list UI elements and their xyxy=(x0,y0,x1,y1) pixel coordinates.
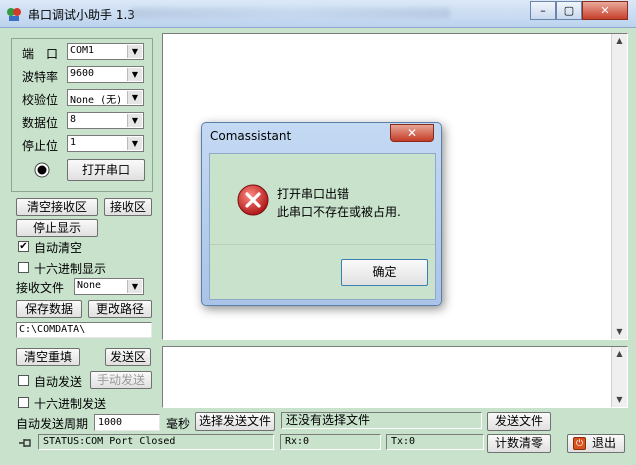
dialog-title: Comassistant xyxy=(210,129,292,143)
databits-select[interactable]: 8 ▼ xyxy=(67,112,144,129)
auto-clear-label: 自动清空 xyxy=(34,241,83,255)
hex-display-label: 十六进制显示 xyxy=(34,262,107,276)
port-select[interactable]: COM1 ▼ xyxy=(67,43,144,60)
open-port-button[interactable]: 打开串口 xyxy=(67,159,145,181)
stopbits-select[interactable]: 1 ▼ xyxy=(67,135,144,152)
scroll-down-icon[interactable]: ▼ xyxy=(612,393,627,407)
clear-receive-button[interactable]: 清空接收区 xyxy=(16,198,98,216)
scroll-up-icon[interactable]: ▲ xyxy=(612,34,627,48)
chevron-down-icon: ▼ xyxy=(127,137,142,150)
select-send-file-button[interactable]: 选择发送文件 xyxy=(195,412,275,431)
power-icon: ⏻ xyxy=(573,437,586,450)
scroll-up-icon[interactable]: ▲ xyxy=(612,347,627,361)
clear-send-button[interactable]: 清空重填 xyxy=(16,348,80,366)
port-label: 端 口 xyxy=(22,47,59,61)
title-bar: 串口调试小助手 1.3 – ▢ ✕ xyxy=(0,0,636,28)
pin-icon[interactable] xyxy=(17,436,33,450)
baud-label: 波特率 xyxy=(22,70,59,84)
receive-area-button[interactable]: 接收区 xyxy=(104,198,152,216)
title-blur xyxy=(130,8,450,18)
auto-clear-checkbox[interactable]: ✔ xyxy=(18,241,29,252)
app-icon xyxy=(7,8,21,21)
maximize-button[interactable]: ▢ xyxy=(556,1,582,20)
error-dialog: Comassistant ✕ 打开串口出错 此串口不存在或被占用. 确定 xyxy=(201,122,442,306)
send-area-button[interactable]: 发送区 xyxy=(105,348,151,366)
send-period-label: 自动发送周期 xyxy=(16,417,89,431)
dialog-button-area: 确定 xyxy=(210,244,435,299)
parity-select[interactable]: None (无) ▼ xyxy=(67,89,144,106)
auto-send-label: 自动发送 xyxy=(34,375,83,389)
send-file-button[interactable]: 发送文件 xyxy=(487,412,551,431)
chevron-down-icon: ▼ xyxy=(127,45,142,58)
milliseconds-label: 毫秒 xyxy=(166,417,191,431)
reset-count-button[interactable]: 计数清零 xyxy=(487,434,551,453)
baud-select[interactable]: 9600 ▼ xyxy=(67,66,144,83)
port-settings-panel: 端 口 COM1 ▼ 波特率 9600 ▼ 校验位 None (无) ▼ 数据位 8 ▼… xyxy=(11,38,153,192)
exit-button[interactable]: ⏻ 退出 xyxy=(567,434,625,453)
dialog-close-button[interactable]: ✕ xyxy=(390,124,434,142)
error-icon xyxy=(237,184,269,216)
dialog-body: 打开串口出错 此串口不存在或被占用. 确定 xyxy=(209,153,436,300)
port-status-indicator-icon xyxy=(34,162,50,178)
chevron-down-icon: ▼ xyxy=(127,114,142,127)
databits-label: 数据位 xyxy=(22,116,59,130)
send-file-status: 还没有选择文件 xyxy=(281,412,482,429)
save-data-button[interactable]: 保存数据 xyxy=(16,300,82,318)
hex-send-checkbox[interactable] xyxy=(18,397,29,408)
tx-counter: Tx:0 xyxy=(386,434,484,450)
send-period-input[interactable]: 1000 xyxy=(94,414,160,431)
parity-label: 校验位 xyxy=(22,93,59,107)
hex-send-label: 十六进制发送 xyxy=(34,397,107,411)
receive-file-select[interactable]: None ▼ xyxy=(74,278,144,295)
hex-display-checkbox[interactable] xyxy=(18,262,29,273)
auto-send-checkbox[interactable] xyxy=(18,375,29,386)
rx-counter: Rx:0 xyxy=(280,434,381,450)
chevron-down-icon: ▼ xyxy=(127,280,142,293)
stopbits-label: 停止位 xyxy=(22,139,59,153)
chevron-down-icon: ▼ xyxy=(127,91,142,104)
send-scrollbar[interactable]: ▲ ▼ xyxy=(611,347,627,407)
dialog-ok-button[interactable]: 确定 xyxy=(341,259,428,286)
receive-scrollbar[interactable]: ▲ ▼ xyxy=(611,34,627,339)
scroll-down-icon[interactable]: ▼ xyxy=(612,325,627,339)
receive-file-label: 接收文件 xyxy=(16,281,65,295)
dialog-message-line1: 打开串口出错 xyxy=(277,187,350,201)
window-title: 串口调试小助手 1.3 xyxy=(28,8,135,22)
stop-display-button[interactable]: 停止显示 xyxy=(16,219,98,237)
minimize-button[interactable]: – xyxy=(530,1,556,20)
dialog-message-line2: 此串口不存在或被占用. xyxy=(277,205,401,219)
save-path-field[interactable]: C:\COMDATA\ xyxy=(16,322,152,338)
close-button[interactable]: ✕ xyxy=(582,1,628,20)
chevron-down-icon: ▼ xyxy=(127,68,142,81)
exit-label: 退出 xyxy=(591,436,616,450)
send-area[interactable]: ▲ ▼ xyxy=(162,346,628,408)
change-path-button[interactable]: 更改路径 xyxy=(88,300,152,318)
status-text: STATUS:COM Port Closed xyxy=(38,434,274,450)
manual-send-button[interactable]: 手动发送 xyxy=(90,371,152,389)
